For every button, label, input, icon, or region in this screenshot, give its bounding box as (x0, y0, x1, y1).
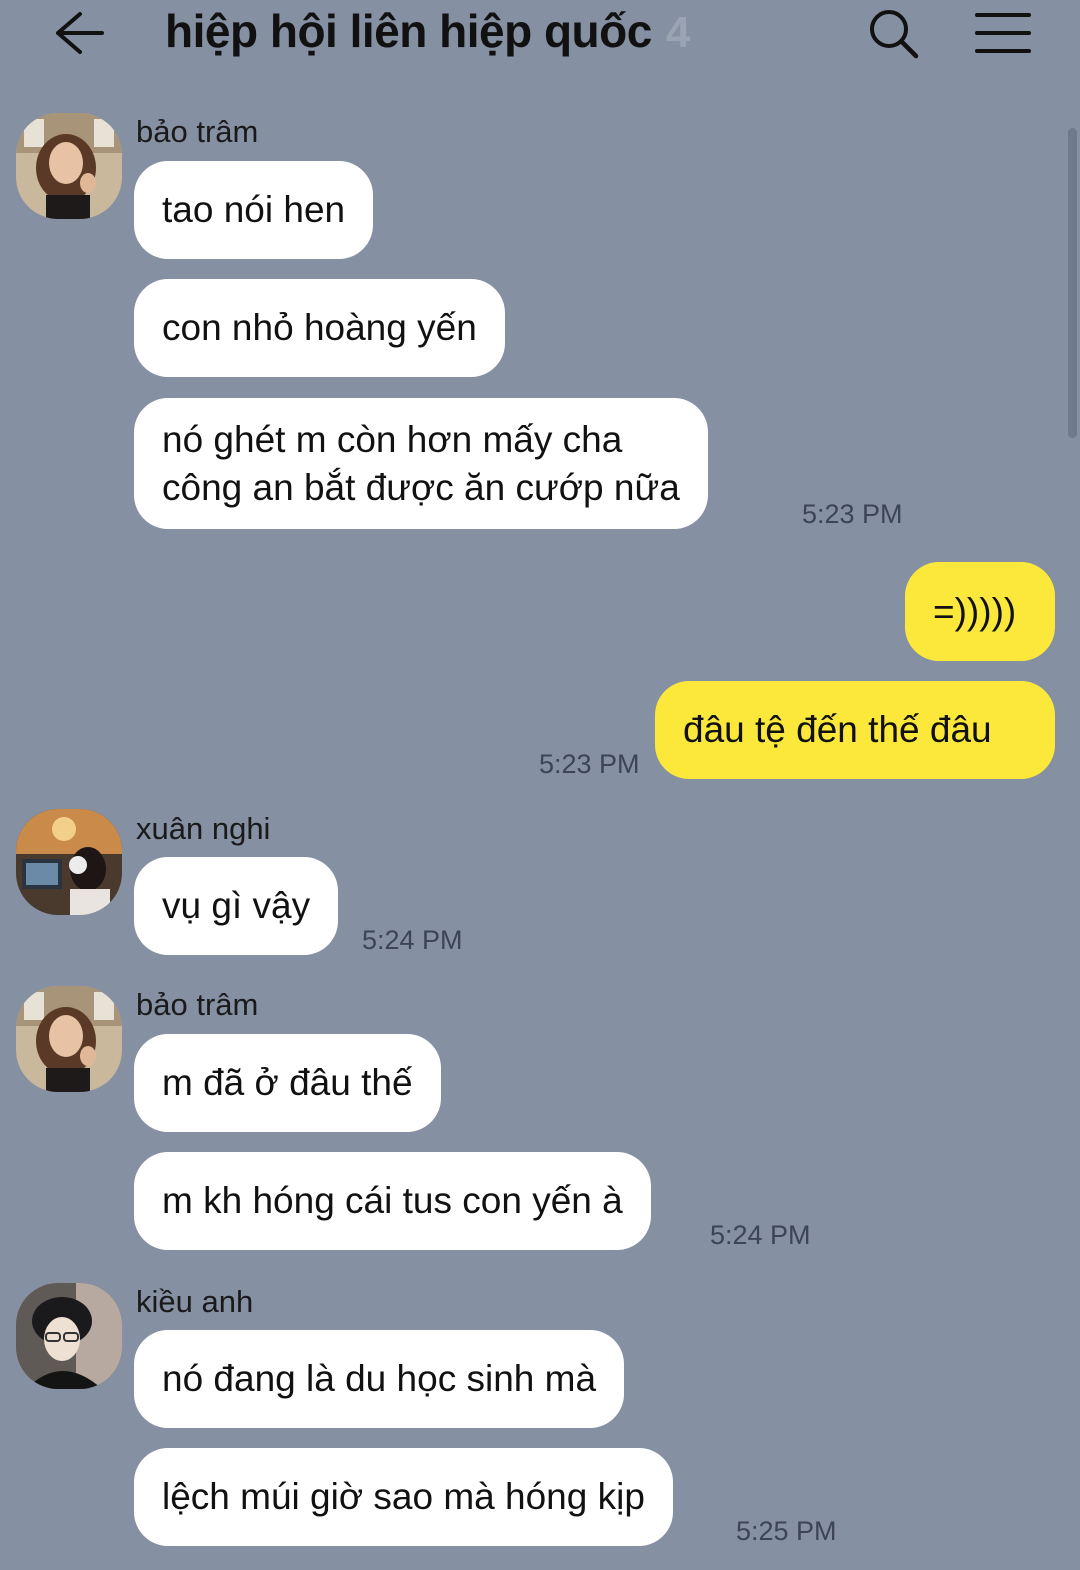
avatar-image (16, 113, 122, 219)
message-text: đâu tệ đến thế đâu (683, 709, 992, 750)
avatar-bao-tram[interactable] (16, 113, 122, 219)
menu-button[interactable] (974, 8, 1032, 58)
own-message-bubble[interactable]: =))))) (905, 562, 1055, 661)
message-text: m đã ở đâu thế (162, 1062, 413, 1103)
message-bubble[interactable]: lệch múi giờ sao mà hóng kịp (134, 1448, 673, 1546)
message-text: tao nói hen (162, 189, 346, 230)
search-button[interactable] (866, 6, 922, 62)
message-text: lệch múi giờ sao mà hóng kịp (162, 1476, 645, 1517)
message-bubble[interactable]: nó ghét m còn hơn mấy cha công an bắt đư… (134, 398, 708, 529)
hamburger-menu-icon (975, 13, 1031, 53)
avatar-bao-tram[interactable] (16, 986, 122, 1092)
message-bubble[interactable]: m đã ở đâu thế (134, 1034, 441, 1132)
avatar-kieu-anh[interactable] (16, 1283, 122, 1389)
message-bubble[interactable]: nó đang là du học sinh mà (134, 1330, 625, 1428)
sender-name: kiều anh (136, 1284, 254, 1319)
sender-name: bảo trâm (136, 987, 259, 1022)
search-icon (870, 10, 919, 59)
message-text: nó đang là du học sinh mà (162, 1358, 597, 1399)
sender-name: bảo trâm (136, 114, 259, 149)
scrollbar[interactable] (1068, 128, 1077, 438)
own-message-bubble[interactable]: đâu tệ đến thế đâu (655, 681, 1055, 779)
arrow-left-icon (56, 12, 104, 54)
message-bubble[interactable]: vụ gì vậy (134, 857, 339, 955)
message-time: 5:24 PM (362, 925, 463, 955)
message-bubble[interactable]: con nhỏ hoàng yến (134, 279, 505, 377)
message-text: =))))) (933, 590, 1017, 632)
chat-title-area[interactable]: hiệp hội liên hiệp quốc 4 (165, 4, 690, 64)
message-text: m kh hóng cái tus con yến à (162, 1180, 623, 1221)
back-button[interactable] (50, 8, 108, 58)
message-time: 5:25 PM (736, 1516, 837, 1546)
avatar-xuan-nghi[interactable] (16, 809, 122, 915)
chat-title: hiệp hội liên hiệp quốc (165, 5, 652, 57)
chat-header: hiệp hội liên hiệp quốc 4 (0, 0, 1080, 68)
avatar-image (16, 809, 122, 915)
message-bubble[interactable]: m kh hóng cái tus con yến à (134, 1152, 651, 1250)
sender-name: xuân nghi (136, 811, 271, 846)
message-text: con nhỏ hoàng yến (162, 307, 477, 348)
message-time: 5:23 PM (802, 499, 903, 529)
chat-screen: hiệp hội liên hiệp quốc 4 bảo trâm tao n… (0, 0, 1080, 1570)
message-time: 5:24 PM (710, 1220, 811, 1250)
avatar-image (16, 1283, 122, 1389)
message-bubble[interactable]: tao nói hen (134, 161, 374, 259)
message-time: 5:23 PM (539, 749, 640, 779)
avatar-image (16, 986, 122, 1092)
message-text: vụ gì vậy (162, 885, 311, 926)
message-text: nó ghét m còn hơn mấy cha công an bắt đư… (162, 418, 680, 508)
member-count: 4 (665, 8, 691, 57)
